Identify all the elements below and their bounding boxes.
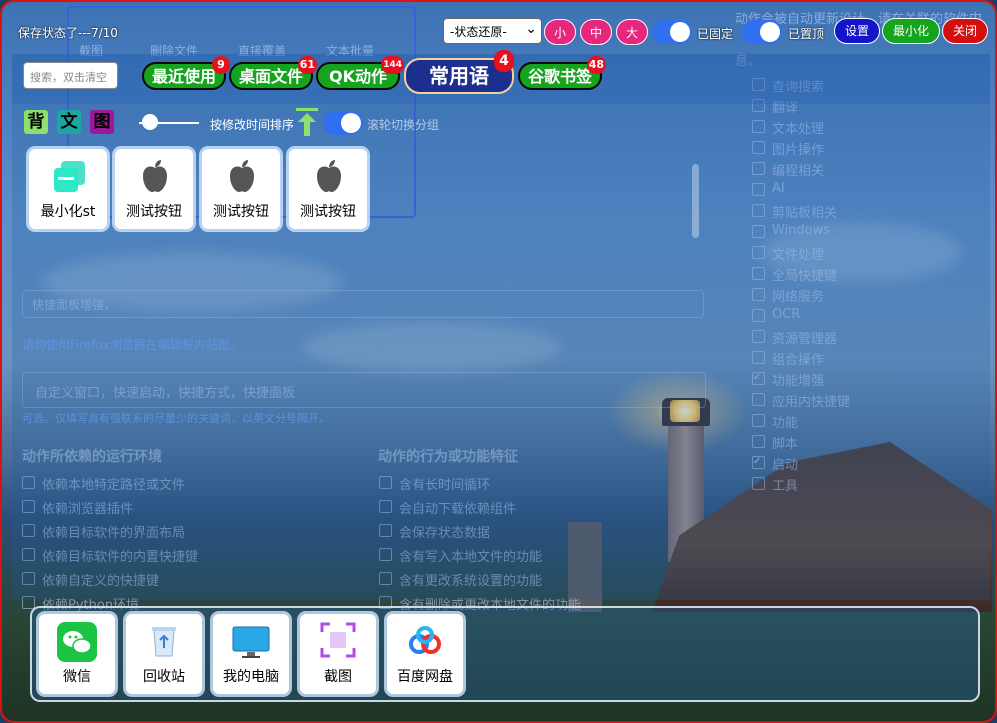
phrase-card[interactable]: 最小化st xyxy=(29,149,107,229)
dock-item[interactable]: 百度网盘 xyxy=(387,614,463,694)
dock-item-label: 微信 xyxy=(63,669,91,685)
tab-label: 桌面文件 xyxy=(238,67,303,86)
tab-label: QK动作 xyxy=(328,67,387,86)
tab-common-phrases[interactable]: 常用语 4 xyxy=(404,50,514,94)
chevron-down-icon: ⌄ xyxy=(525,21,537,37)
phrase-card[interactable]: 测试按钮 xyxy=(115,149,193,229)
search-input[interactable]: 搜索，双击清空 xyxy=(23,62,118,89)
pin-label: 已固定 xyxy=(697,27,734,41)
tab-label: 最近使用 xyxy=(151,67,216,86)
tab-badge: 4 xyxy=(494,50,514,72)
size-slider-handle[interactable] xyxy=(142,114,158,130)
apple-icon xyxy=(317,160,341,192)
dock-item[interactable]: 我的电脑 xyxy=(213,614,289,694)
tab-badge: 61 xyxy=(297,56,317,74)
toggle-knob xyxy=(670,22,690,42)
save-status: 保存状态了---7/10 xyxy=(18,26,118,40)
card-label: 测试按钮 xyxy=(300,204,356,220)
tab-badge: 144 xyxy=(381,56,404,74)
dock-item-label: 百度网盘 xyxy=(397,669,453,685)
state-restore-select[interactable]: -状态还原- ⌄ xyxy=(443,18,542,44)
group-scroll-toggle[interactable] xyxy=(323,111,363,135)
apple-icon xyxy=(143,160,167,192)
tab-badge: 48 xyxy=(586,56,606,74)
card-label: 最小化st xyxy=(40,204,96,220)
tab-qk-actions[interactable]: QK动作 144 xyxy=(316,56,404,90)
tab-label: 谷歌书签 xyxy=(527,67,592,86)
minimize-button[interactable]: 最小化 xyxy=(882,18,940,44)
settings-button[interactable]: 设置 xyxy=(834,18,880,44)
phrase-card[interactable]: 测试按钮 xyxy=(202,149,280,229)
tab-google-bookmarks[interactable]: 谷歌书签 48 xyxy=(518,56,606,90)
close-button[interactable]: 关闭 xyxy=(942,18,988,44)
app-window: 截图 删除文件 直接覆盖 文本批量 动作会被自动更新设计，请在关联的软件中 息。… xyxy=(0,0,997,723)
card-label: 测试按钮 xyxy=(213,204,269,220)
monitor-icon xyxy=(232,626,270,658)
sort-label: 按修改时间排序 xyxy=(210,118,295,132)
pin-toggle[interactable] xyxy=(652,20,692,44)
mode-text-button[interactable]: 文 xyxy=(57,110,81,134)
size-small-button[interactable]: 小 xyxy=(544,19,576,45)
tab-desktop-files[interactable]: 桌面文件 61 xyxy=(229,56,317,90)
arrow-up-icon[interactable] xyxy=(294,108,320,136)
apple-icon xyxy=(230,160,254,192)
stack-icon xyxy=(54,161,85,192)
toggle-knob xyxy=(341,113,361,133)
wechat-icon xyxy=(57,622,97,662)
phrase-card[interactable]: 测试按钮 xyxy=(289,149,367,229)
state-restore-value: -状态还原- xyxy=(450,25,507,39)
cloud-drive-icon xyxy=(409,626,441,654)
always-on-top-toggle[interactable] xyxy=(742,20,782,44)
dock-item-label: 我的电脑 xyxy=(223,669,279,685)
tab-badge: 9 xyxy=(212,56,230,74)
toggle-knob xyxy=(760,22,780,42)
mode-image-button[interactable]: 图 xyxy=(90,110,114,134)
dock-item-label: 回收站 xyxy=(143,669,185,685)
scrollbar[interactable] xyxy=(692,164,699,238)
dock-item[interactable]: 回收站 xyxy=(126,614,202,694)
always-on-top-label: 已置顶 xyxy=(788,27,825,41)
recycle-bin-icon xyxy=(152,627,176,657)
tab-recent[interactable]: 最近使用 9 xyxy=(142,56,230,90)
size-medium-button[interactable]: 中 xyxy=(580,19,612,45)
dock-item-label: 截图 xyxy=(324,669,352,685)
card-label: 测试按钮 xyxy=(126,204,182,220)
dock-item[interactable]: 微信 xyxy=(39,614,115,694)
screenshot-icon xyxy=(320,622,356,658)
size-large-button[interactable]: 大 xyxy=(616,19,648,45)
group-scroll-label: 滚轮切换分组 xyxy=(367,118,440,132)
dock-item[interactable]: 截图 xyxy=(300,614,376,694)
mode-background-button[interactable]: 背 xyxy=(24,110,48,134)
tab-label: 常用语 xyxy=(429,64,489,88)
